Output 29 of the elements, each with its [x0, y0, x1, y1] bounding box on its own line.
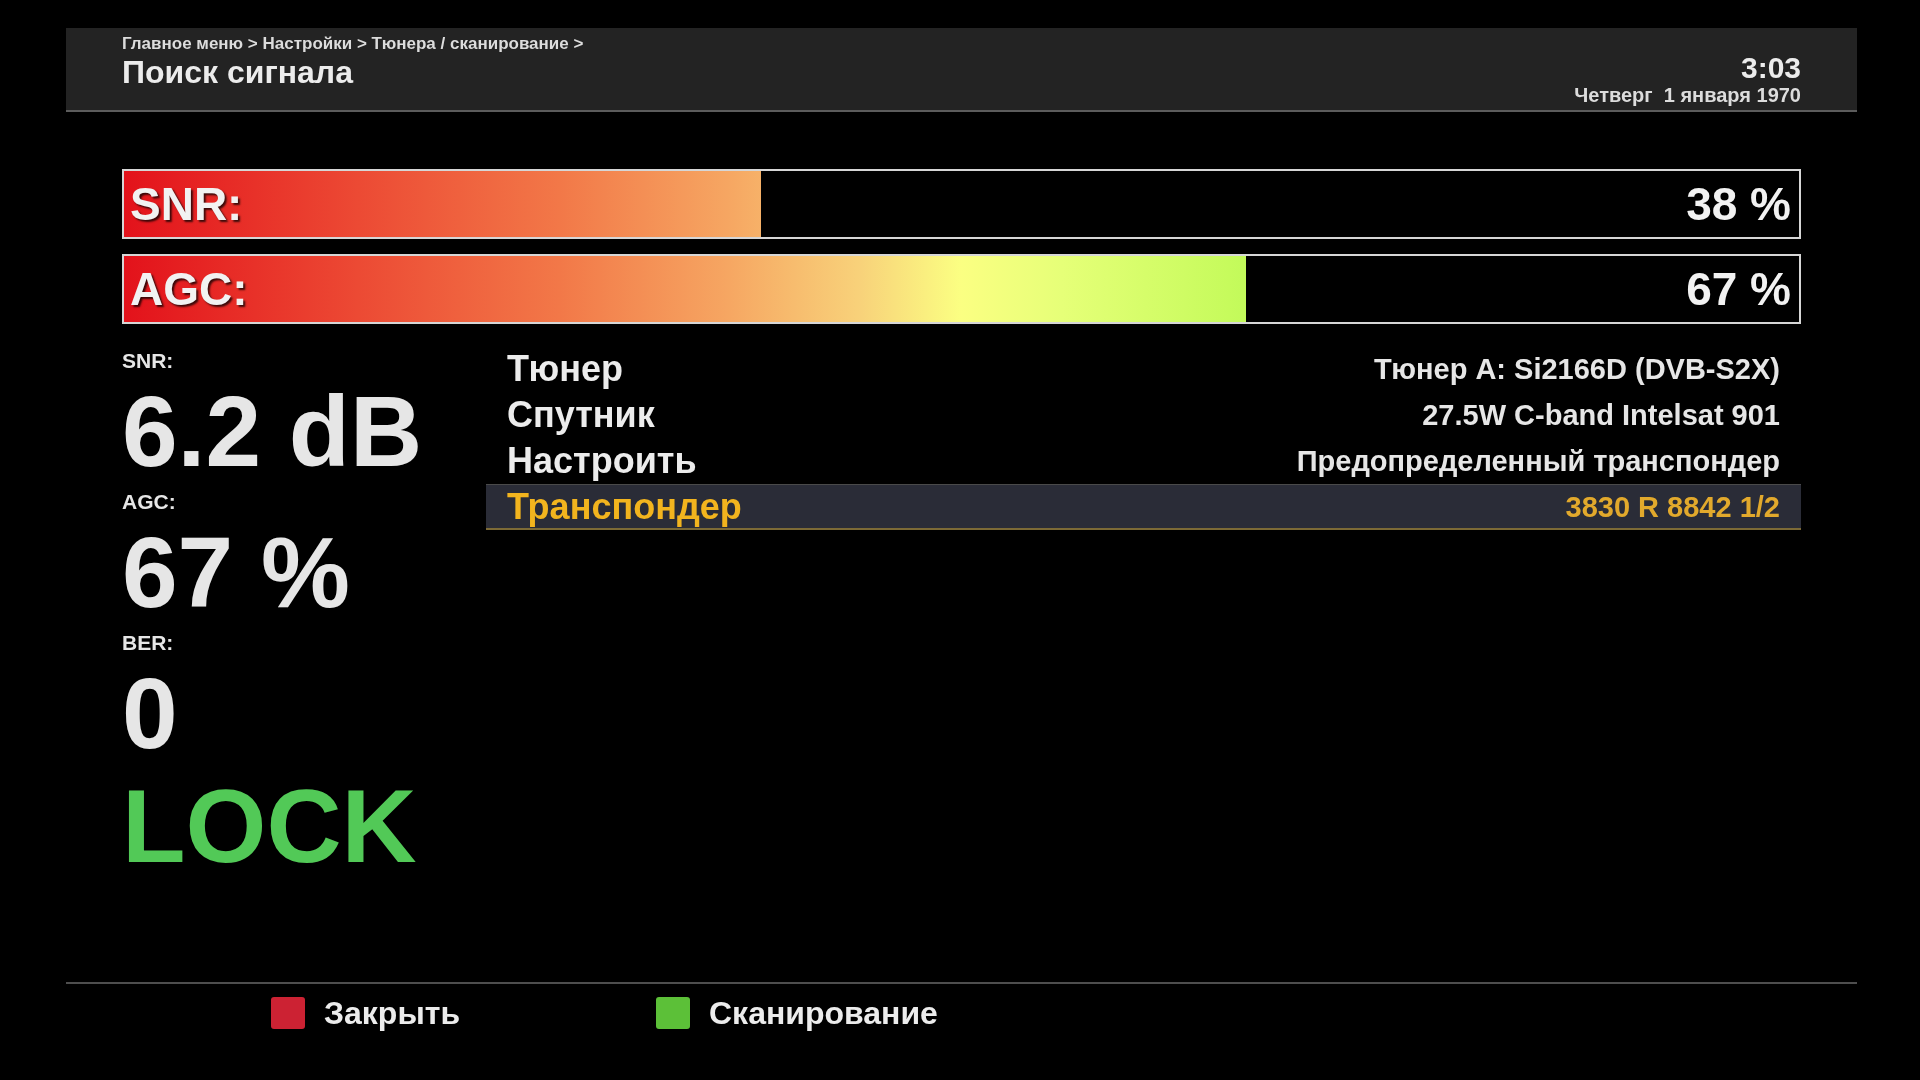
date-text: Четверг 1 января 1970 [1574, 84, 1801, 106]
page-title: Поиск сигнала [122, 54, 355, 90]
meter-reading: 67 % [1686, 264, 1791, 314]
settings-row[interactable]: Тюнер Тюнер A: Si2166D (DVB-S2X) [486, 346, 1801, 392]
meter-label: AGC: [130, 264, 248, 314]
color-key-hint[interactable]: Закрыть [271, 994, 656, 1032]
meter-reading: 38 % [1686, 179, 1791, 229]
clock-time: 3:03 [1740, 52, 1801, 84]
lock-status: LOCK [122, 771, 418, 881]
stat-label: SNR: [122, 348, 175, 374]
settings-row[interactable]: Спутник 27.5W C-band Intelsat 901 [486, 392, 1801, 438]
setting-label: Спутник [507, 394, 655, 435]
meter-label: SNR: [130, 179, 243, 229]
stat-label: BER: [122, 630, 175, 656]
setting-label: Транспондер [507, 486, 742, 527]
setting-label: Настроить [507, 440, 697, 481]
setting-value: Тюнер A: Si2166D (DVB-S2X) [1373, 351, 1780, 386]
setting-value: Предопределенный транспондер [1296, 443, 1780, 478]
setting-value: 3830 R 8842 1/2 [1565, 489, 1780, 524]
setting-label: Тюнер [507, 348, 623, 389]
stat-label: AGC: [122, 489, 177, 515]
color-key-hint[interactable]: Сканирование [656, 994, 1041, 1032]
setting-value: 27.5W C-band Intelsat 901 [1422, 397, 1780, 432]
settings-row[interactable]: Транспондер 3830 R 8842 1/2 [486, 484, 1801, 530]
stat-value: 0 [122, 656, 179, 771]
settings-row[interactable]: Настроить Предопределенный транспондер [486, 438, 1801, 484]
stat-value: 67 % [122, 515, 351, 630]
stat-value: 6.2 dB [122, 374, 424, 489]
breadcrumb: Главное меню > Настройки > Тюнера / сканирование > [122, 34, 584, 54]
